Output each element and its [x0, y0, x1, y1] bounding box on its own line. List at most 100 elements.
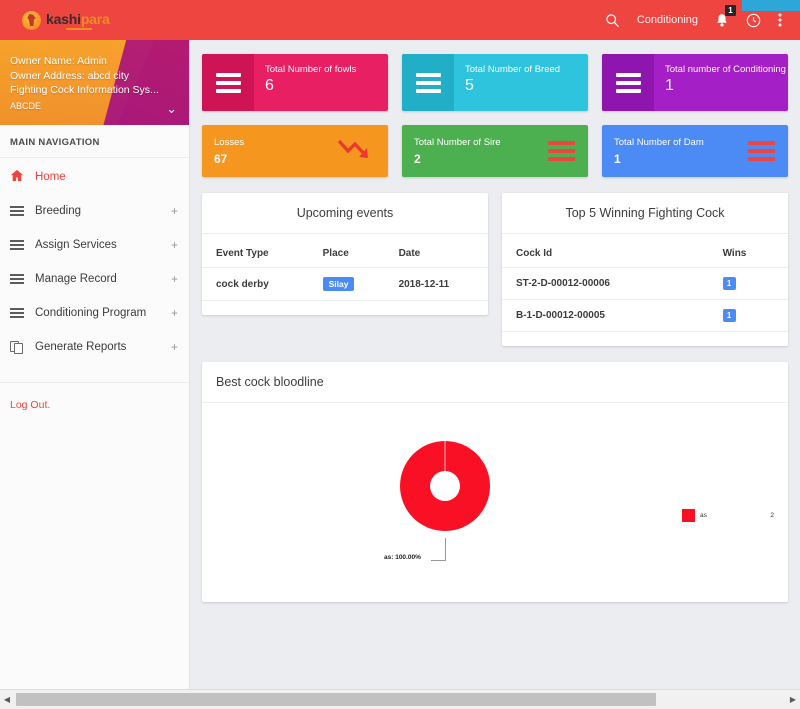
- copy-icon: [10, 340, 24, 354]
- horizontal-scrollbar[interactable]: ◀ ▶: [0, 689, 800, 709]
- menu-bars-icon: [402, 54, 454, 111]
- sidebar-item-manage-record[interactable]: Manage Record +: [0, 262, 189, 296]
- brand-logo[interactable]: kashipara: [0, 10, 110, 30]
- sidebar-item-label: Conditioning Program: [35, 307, 147, 319]
- legend-label: as: [700, 512, 707, 519]
- top-winners-table: Cock Id Wins ST-2-D-00012-00006 1 B-1-D-…: [502, 234, 788, 332]
- stat-value: 1: [614, 151, 621, 166]
- panel-title: Top 5 Winning Fighting Cock: [502, 193, 788, 234]
- sidebar-item-label: Home: [35, 171, 66, 183]
- panel-spacer: [202, 301, 488, 315]
- scrollbar-thumb[interactable]: [16, 693, 656, 706]
- top-winners-panel: Top 5 Winning Fighting Cock Cock Id Wins…: [502, 193, 788, 346]
- stat-title: Total Number of fowls: [265, 64, 357, 75]
- legend-swatch: [682, 509, 695, 522]
- trend-down-icon: [335, 134, 375, 169]
- conditioning-label[interactable]: Conditioning: [637, 14, 698, 26]
- stat-card-conditioning[interactable]: Total number of Conditioning 1: [602, 54, 788, 111]
- sidebar-item-label: Assign Services: [35, 239, 117, 251]
- stat-card-losses[interactable]: Losses 67: [202, 125, 388, 177]
- vertical-dots-icon[interactable]: [778, 12, 782, 28]
- stat-card-breed[interactable]: Total Number of Breed 5: [402, 54, 588, 111]
- bell-icon[interactable]: 1: [715, 4, 736, 28]
- panel-spacer: [502, 332, 788, 346]
- legend-value: 2: [770, 512, 774, 519]
- dashboard-page: kashipara Conditioning 1 Owner Name: Adm…: [0, 0, 800, 709]
- stat-title: Total Number of Breed: [465, 64, 561, 75]
- sidebar-item-label: Breeding: [35, 205, 82, 217]
- list-icon: [10, 240, 24, 250]
- scroll-right-arrow-icon[interactable]: ▶: [786, 695, 800, 704]
- expand-icon[interactable]: +: [171, 238, 178, 252]
- home-icon: [10, 169, 24, 185]
- sidebar-item-conditioning-program[interactable]: Conditioning Program +: [0, 296, 189, 330]
- pie-chart[interactable]: [390, 431, 500, 546]
- pie-label-leader-line: [445, 538, 446, 560]
- logo-text-secondary: para: [80, 10, 110, 27]
- cell-date: 2018-12-11: [384, 267, 488, 301]
- expand-icon[interactable]: +: [171, 306, 178, 320]
- stat-card-sire[interactable]: Total Number of Sire 2: [402, 125, 588, 177]
- cell-cock-id: ST-2-D-00012-00006: [502, 267, 709, 300]
- table-row[interactable]: cock derby Silay 2018-12-11: [202, 267, 488, 301]
- list-icon: [10, 308, 24, 318]
- list-icon: [10, 274, 24, 284]
- expand-icon[interactable]: +: [171, 340, 178, 354]
- owner-info-panel[interactable]: Owner Name: Admin Owner Address: abcd ci…: [0, 40, 189, 125]
- sidebar-item-label: Manage Record: [35, 273, 117, 285]
- column-header-place: Place: [308, 234, 385, 268]
- stats-row-1: Total Number of fowls 6 Total Number of …: [202, 54, 788, 111]
- logo-underline: [66, 27, 92, 30]
- column-header-date: Date: [384, 234, 488, 268]
- stat-value: 2: [414, 151, 421, 166]
- logout-section: Log Out.: [0, 382, 189, 413]
- table-row[interactable]: ST-2-D-00012-00006 1: [502, 267, 788, 300]
- stat-title: Total number of Conditioning: [665, 64, 786, 75]
- clock-icon[interactable]: [746, 13, 761, 28]
- menu-bars-icon: [748, 141, 775, 161]
- expand-icon[interactable]: +: [171, 204, 178, 218]
- menu-bars-icon: [602, 54, 654, 111]
- pie-label-leader-elbow: [431, 560, 446, 561]
- scroll-left-arrow-icon[interactable]: ◀: [0, 695, 14, 704]
- menu-bars-icon: [548, 141, 575, 161]
- top-bar-actions: Conditioning 1: [605, 4, 800, 28]
- table-row[interactable]: B-1-D-00012-00005 1: [502, 299, 788, 332]
- chart-legend: as 2: [682, 509, 774, 522]
- stat-title: Total Number of Dam: [614, 136, 704, 148]
- stat-value: 67: [214, 151, 228, 166]
- stat-value: 1: [665, 77, 674, 94]
- sidebar-item-generate-reports[interactable]: Generate Reports +: [0, 330, 189, 364]
- bloodline-chart-panel: Best cock bloodline as: 100.00% as 2: [202, 362, 788, 602]
- stat-card-dam[interactable]: Total Number of Dam 1: [602, 125, 788, 177]
- stat-value: 5: [465, 77, 474, 94]
- nav-list: Home Breeding + Assign Services + Manage…: [0, 158, 189, 364]
- expand-icon[interactable]: +: [171, 272, 178, 286]
- wins-badge: 1: [722, 277, 736, 290]
- owner-address: Owner Address: abcd city: [10, 69, 130, 82]
- chevron-down-icon[interactable]: ⌄: [166, 102, 177, 115]
- sidebar-item-breeding[interactable]: Breeding +: [0, 194, 189, 228]
- sidebar-item-home[interactable]: Home: [0, 160, 189, 194]
- search-icon[interactable]: [605, 13, 620, 28]
- list-icon: [10, 206, 24, 216]
- top-bar: kashipara Conditioning 1: [0, 0, 800, 40]
- table-header-row: Event Type Place Date: [202, 234, 488, 268]
- stat-title: Losses: [214, 136, 245, 148]
- notification-badge: 1: [725, 4, 736, 16]
- logout-link[interactable]: Log Out.: [10, 399, 50, 411]
- column-header-cock-id: Cock Id: [502, 234, 709, 268]
- stat-card-fowls[interactable]: Total Number of fowls 6: [202, 54, 388, 111]
- wins-badge: 1: [722, 309, 736, 322]
- sidebar-item-assign-services[interactable]: Assign Services +: [0, 228, 189, 262]
- owner-code: ABCDE: [10, 100, 42, 111]
- scrollbar-track[interactable]: [14, 693, 786, 706]
- stat-title: Total Number of Sire: [414, 136, 501, 148]
- stats-row-2: Losses 67 Total Number of Sire 2 Total N…: [202, 125, 788, 177]
- menu-bars-icon: [202, 54, 254, 111]
- nav-section-title: MAIN NAVIGATION: [0, 125, 189, 158]
- place-badge: Silay: [322, 277, 355, 291]
- panel-title: Upcoming events: [202, 193, 488, 234]
- upcoming-events-table: Event Type Place Date cock derby Silay 2…: [202, 234, 488, 301]
- rooster-logo-icon: [22, 10, 41, 30]
